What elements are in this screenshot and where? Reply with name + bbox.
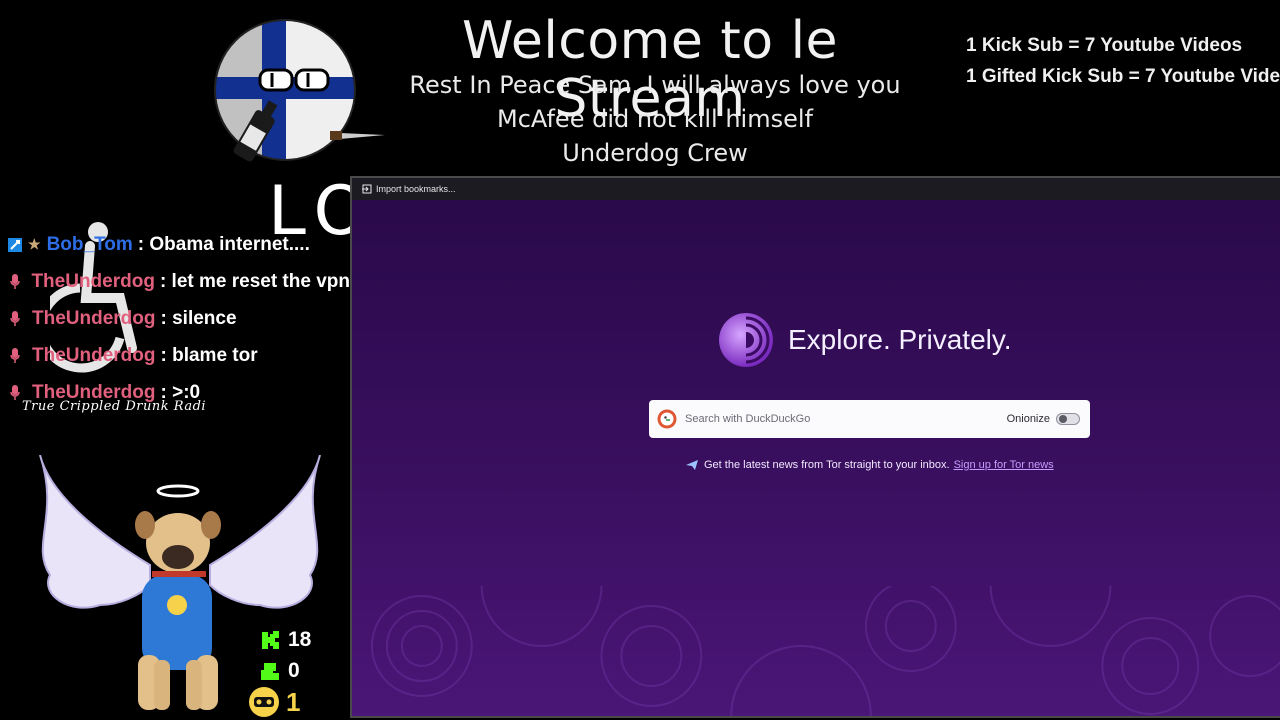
promo-gifted-sub: 1 Gifted Kick Sub = 7 Youtube Videos bbox=[966, 66, 1280, 87]
paper-plane-icon bbox=[686, 460, 698, 470]
kick-logo-icon bbox=[258, 628, 282, 652]
promo-kick-sub: 1 Kick Sub = 7 Youtube Videos bbox=[966, 35, 1243, 56]
badge-icon: ★ bbox=[28, 236, 41, 252]
tor-browser-window: Import bookmarks... Explore. Privately. … bbox=[350, 176, 1280, 718]
gifted-sub-counter: 0 bbox=[258, 659, 300, 683]
chat-panel: ★ Bob_Tom : Obama internet.... TheUnderd… bbox=[0, 226, 350, 416]
onionize-label: Onionize bbox=[1006, 413, 1050, 425]
bot-counter: 1 bbox=[248, 686, 300, 718]
finland-ball-mascot-image bbox=[214, 19, 385, 162]
new-tab-page: Explore. Privately. Onionize Get the lat… bbox=[352, 200, 1280, 716]
chat-message: ★ Bob_Tom : Obama internet.... bbox=[0, 226, 350, 263]
chat-username[interactable]: Bob_Tom bbox=[47, 234, 133, 256]
onionize-toggle[interactable] bbox=[1056, 413, 1080, 425]
mod-sword-icon bbox=[4, 237, 26, 252]
toggle-knob bbox=[1059, 415, 1067, 423]
gift-icon bbox=[258, 659, 282, 683]
overlay-tagline: True Crippled Drunk Radi bbox=[22, 399, 207, 414]
kick-sub-counter: 18 bbox=[258, 628, 311, 652]
microphone-icon bbox=[4, 310, 26, 327]
search-input[interactable] bbox=[683, 412, 1007, 426]
tor-logo-icon bbox=[719, 313, 773, 367]
chat-text: : let me reset the vpn bbox=[159, 270, 350, 292]
chat-text: : silence bbox=[160, 307, 237, 329]
hero-title: Explore. Privately. bbox=[788, 324, 1012, 355]
import-bookmarks-button[interactable]: Import bookmarks... bbox=[362, 184, 456, 194]
chat-text: : blame tor bbox=[160, 344, 258, 366]
chat-username[interactable]: TheUnderdog bbox=[31, 271, 155, 293]
newsletter-text: Get the latest news from Tor straight to… bbox=[704, 459, 950, 471]
chat-message: TheUnderdog : silence bbox=[0, 300, 350, 337]
chat-text: : Obama internet.... bbox=[137, 233, 310, 255]
duckduckgo-icon bbox=[657, 409, 677, 429]
subtitle-line-2: McAfee did not kill himself bbox=[497, 105, 813, 133]
subtitle-line-3: Underdog Crew bbox=[562, 139, 748, 167]
search-bar[interactable]: Onionize bbox=[649, 400, 1090, 438]
background-pattern-image bbox=[370, 586, 1280, 716]
microphone-icon bbox=[4, 273, 25, 290]
microphone-icon bbox=[4, 347, 26, 364]
hero: Explore. Privately. bbox=[718, 312, 1012, 368]
bot-count: 1 bbox=[286, 686, 301, 717]
import-icon bbox=[362, 184, 372, 194]
bot-face-icon bbox=[248, 686, 280, 718]
chat-username[interactable]: TheUnderdog bbox=[32, 345, 156, 367]
chat-username[interactable]: TheUnderdog bbox=[32, 308, 156, 330]
newsletter-promo: Get the latest news from Tor straight to… bbox=[686, 459, 1054, 471]
kick-sub-count: 18 bbox=[288, 628, 312, 651]
bookmarks-toolbar: Import bookmarks... bbox=[352, 178, 1280, 201]
tor-news-signup-link[interactable]: Sign up for Tor news bbox=[954, 459, 1054, 471]
gifted-sub-count: 0 bbox=[288, 659, 300, 682]
chat-message: TheUnderdog : let me reset the vpn bbox=[0, 263, 350, 300]
subtitle-line-1: Rest In Peace Sam, I will always love yo… bbox=[409, 71, 901, 99]
import-bookmarks-label: Import bookmarks... bbox=[376, 184, 456, 194]
chat-message: TheUnderdog : blame tor bbox=[0, 337, 350, 374]
